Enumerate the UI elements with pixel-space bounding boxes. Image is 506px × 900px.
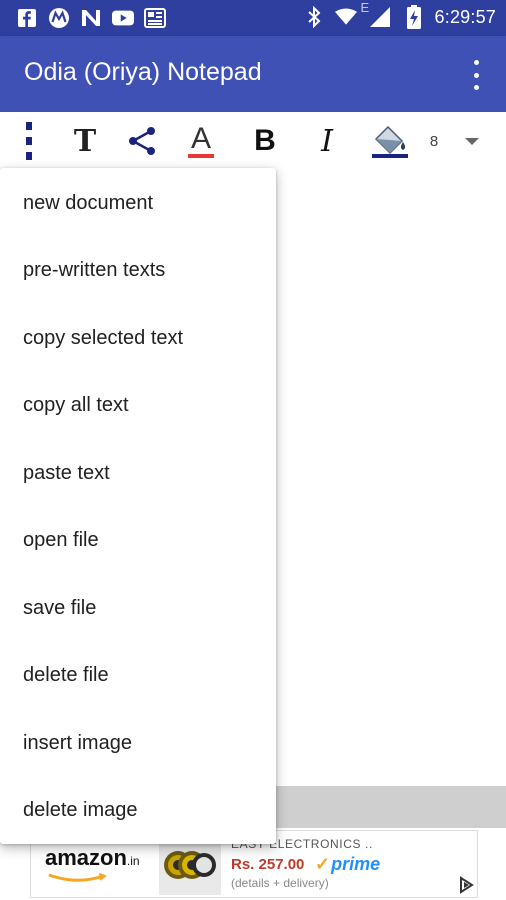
menu-item-save-file[interactable]: save file: [0, 575, 276, 642]
facebook-icon: [16, 7, 38, 29]
italic-icon[interactable]: I: [312, 120, 342, 162]
amazon-smile-icon: [48, 873, 107, 882]
options-menu: new document pre-written texts copy sele…: [0, 168, 276, 844]
battery-charging-icon: [403, 5, 425, 29]
text-color-underline: [188, 153, 214, 158]
text-font-icon[interactable]: T: [68, 120, 102, 162]
prime-badge: ✓prime: [315, 854, 380, 875]
ad-brand-suffix: .in: [126, 854, 140, 868]
clock: 6:29:57: [434, 6, 496, 27]
formatting-toolbar: T A B I 8: [0, 112, 506, 170]
menu-item-copy-selected-text[interactable]: copy selected text: [0, 305, 276, 372]
notification-icons: [16, 7, 166, 29]
ad-brand: amazon: [45, 845, 127, 870]
app-bar: Odia (Oriya) Notepad: [0, 36, 506, 112]
chevron-down-icon[interactable]: [460, 120, 484, 162]
text-color-letter: A: [190, 121, 211, 155]
wifi-icon: [334, 6, 357, 28]
amazon-logo: amazon.in: [45, 845, 140, 871]
check-icon: ✓: [315, 854, 331, 874]
youtube-icon: [112, 7, 134, 29]
news-icon: [80, 7, 102, 29]
menu-item-paste-text[interactable]: paste text: [0, 440, 276, 507]
app-title: Odia (Oriya) Notepad: [24, 58, 262, 86]
bold-icon[interactable]: B: [248, 120, 282, 162]
menu-item-copy-all-text[interactable]: copy all text: [0, 372, 276, 439]
more-vert-icon[interactable]: [466, 60, 486, 90]
product-image: [159, 835, 221, 895]
menu-item-insert-image[interactable]: insert image: [0, 710, 276, 777]
ad-price: Rs. 257.00: [231, 856, 305, 873]
prime-label: prime: [331, 854, 381, 874]
more-vert-icon[interactable]: [16, 120, 42, 162]
status-bar: E 6:29:57: [0, 0, 506, 36]
menu-item-open-file[interactable]: open file: [0, 507, 276, 574]
signal-icon: E: [361, 0, 393, 28]
network-type-label: E: [360, 0, 370, 15]
ad-subtext: (details + delivery): [231, 876, 329, 890]
text-color-icon[interactable]: A: [182, 120, 220, 162]
menu-item-delete-file[interactable]: delete file: [0, 642, 276, 709]
bluetooth-icon: [303, 6, 325, 28]
menu-item-new-document[interactable]: new document: [0, 170, 276, 237]
menu-item-pre-written-texts[interactable]: pre-written texts: [0, 237, 276, 304]
fill-color-icon[interactable]: [368, 120, 412, 162]
share-icon[interactable]: [122, 120, 162, 162]
ad-choices-icon[interactable]: [457, 876, 475, 894]
font-size-value[interactable]: 8: [424, 120, 444, 162]
newspaper-icon: [144, 7, 166, 29]
motorola-icon: [48, 7, 70, 29]
system-icons: E 6:29:57: [303, 0, 496, 29]
menu-item-delete-image[interactable]: delete image: [0, 777, 276, 844]
